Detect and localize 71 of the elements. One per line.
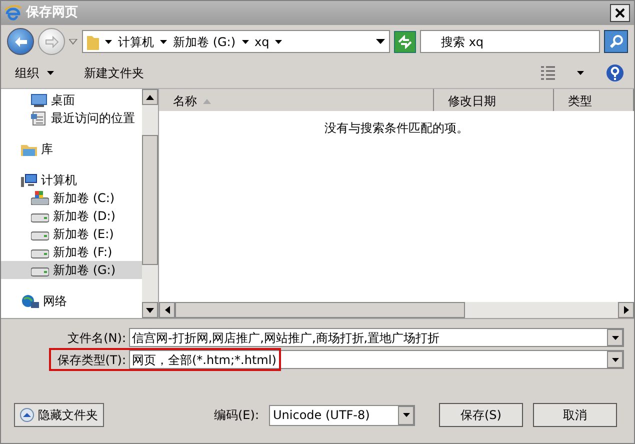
scrollbar-thumb[interactable] [175,302,465,318]
hide-folders-button[interactable]: 隐藏文件夹 [14,403,104,427]
encoding-dropdown[interactable]: Unicode (UTF-8) [269,404,415,426]
scroll-right-button[interactable] [618,302,634,318]
field-label: 保存类型(T): [56,352,127,368]
field-label: 文件名(N): [66,330,127,346]
folder-icon [87,34,99,50]
up-arrow-icon [146,94,154,100]
recent-places-icon [31,110,47,126]
breadcrumb[interactable]: xq [254,32,270,50]
breadcrumb[interactable]: 新加卷 (G:) [173,32,236,50]
nav-item[interactable]: 桌面 [1,91,142,109]
forward-arrow-icon [44,36,58,48]
right-arrow-icon [624,306,628,314]
library-icon [21,142,37,156]
caret-icon [105,40,112,44]
view-options-icon[interactable] [541,66,555,80]
scroll-left-button[interactable] [159,302,175,318]
breadcrumb[interactable]: 计算机 [118,32,154,50]
nav-item[interactable]: 新加卷 (E:) [1,225,142,243]
nav-item[interactable]: 新加卷 (D:) [1,207,142,225]
browser-logo-icon [5,5,22,21]
nav-item[interactable]: 新加卷 (G:) [1,261,142,279]
address-bar[interactable]: 计算机 新加卷 (G:) xq [82,30,390,53]
close-icon [615,8,625,18]
dropdown-arrow-icon [612,336,618,340]
empty-message: 没有与搜索条件匹配的项。 [324,120,468,137]
back-button[interactable] [7,28,34,55]
left-arrow-icon [164,306,170,314]
desktop-icon [31,93,47,107]
collapse-icon [20,408,34,422]
column-header[interactable]: 修改日期 [434,89,554,111]
scroll-up-button[interactable] [142,89,158,105]
dropdown-field[interactable]: 网页，全部(*.htm;*.html) [129,350,624,369]
nav-item[interactable]: 最近访问的位置 [1,109,142,127]
search-field[interactable]: 搜索 xq [420,30,600,53]
nav-item[interactable]: 库 [1,140,142,158]
organize-menu[interactable]: 组织 [11,62,58,84]
nav-item[interactable]: 计算机 [1,171,142,189]
down-arrow-icon [146,308,154,312]
nav-item[interactable]: 新加卷 (F:) [1,243,142,261]
toolbar-button[interactable]: 新建文件夹 [80,62,148,84]
network-icon [21,294,39,308]
dropdown-field[interactable]: 信宫网-打折网,网店推广,网站推广,商场打折,置地广场打折 [129,328,624,347]
drive-icon [31,191,49,205]
dropdown-arrow-icon [402,413,410,417]
scroll-down-button[interactable] [142,302,158,318]
encoding-label: 编码(E): [214,407,259,424]
caret-icon [160,40,167,44]
help-icon[interactable] [606,64,624,82]
dropdown-arrow-icon [612,358,618,362]
dialog-button[interactable]: 保存(S) [439,403,523,427]
computer-icon [21,173,37,187]
history-caret-icon[interactable] [69,38,78,44]
search-button[interactable] [604,30,628,53]
window-title: 保存网页 [26,4,78,22]
caret-icon[interactable] [577,71,584,75]
nav-item[interactable]: 网络 [1,292,142,310]
back-arrow-icon [14,36,28,48]
refresh-button[interactable] [394,30,416,52]
caret-icon [275,40,282,44]
caret-icon [242,40,249,44]
column-header[interactable]: 类型 [554,89,634,111]
refresh-icon [397,34,413,48]
scrollbar-thumb[interactable] [142,135,158,265]
address-dropdown-icon[interactable] [376,39,385,44]
close-button[interactable] [610,4,630,22]
dialog-button[interactable]: 取消 [533,403,617,427]
nav-item[interactable]: 新加卷 (C:) [1,189,142,207]
search-icon [608,34,624,49]
column-header[interactable]: 名称 [159,89,434,111]
